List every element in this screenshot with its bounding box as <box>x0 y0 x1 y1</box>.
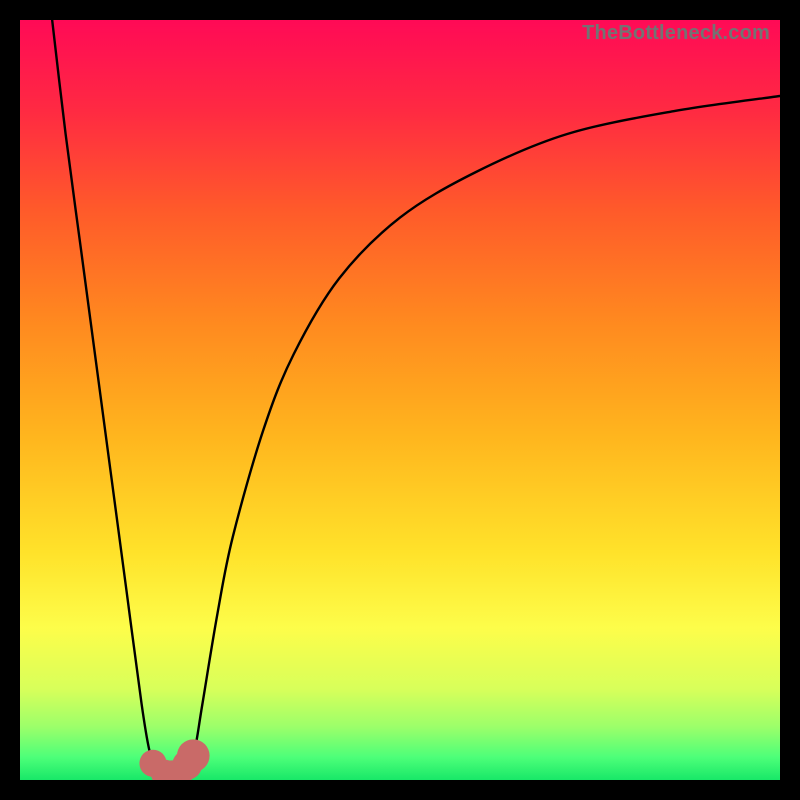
valley-marker <box>177 739 210 772</box>
gradient-background <box>20 20 780 780</box>
watermark-text: TheBottleneck.com <box>582 22 770 45</box>
chart-frame: TheBottleneck.com <box>20 20 780 780</box>
bottleneck-chart <box>20 20 780 780</box>
